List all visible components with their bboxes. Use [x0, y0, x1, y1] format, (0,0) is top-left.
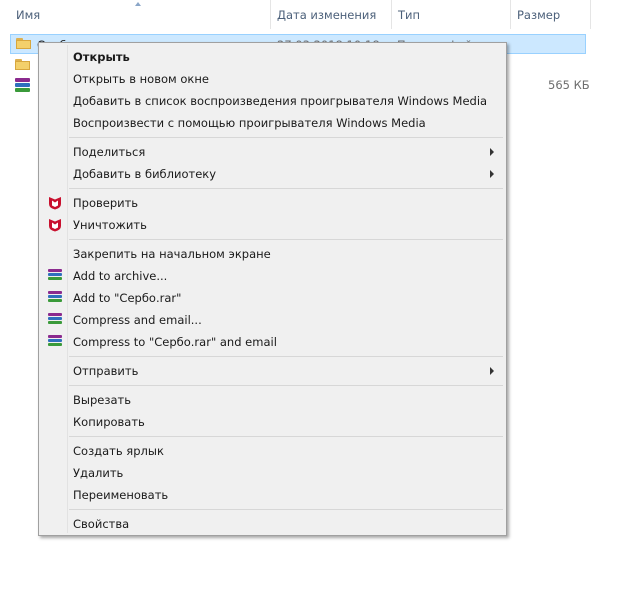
menu-item-rename[interactable]: Переименовать	[41, 484, 504, 506]
winrar-icon	[48, 313, 62, 327]
mcafee-shield-icon	[49, 197, 61, 210]
menu-item-open-new-window[interactable]: Открыть в новом окне	[41, 68, 504, 90]
menu-item-add-to-archive[interactable]: Add to archive...	[41, 265, 504, 287]
folder-icon	[16, 38, 31, 49]
menu-separator	[69, 188, 503, 189]
menu-item-compress-and-email[interactable]: Compress and email...	[41, 309, 504, 331]
column-header: Имя Дата изменения Тип Размер	[0, 0, 595, 29]
submenu-arrow-icon	[490, 170, 494, 178]
submenu-arrow-icon	[490, 367, 494, 375]
menu-item-create-shortcut[interactable]: Создать ярлык	[41, 440, 504, 462]
menu-separator	[69, 509, 503, 510]
menu-separator	[69, 137, 503, 138]
menu-item-send-to[interactable]: Отправить	[41, 360, 504, 382]
column-date-modified[interactable]: Дата изменения	[271, 0, 391, 29]
submenu-arrow-icon	[490, 148, 494, 156]
menu-item-pin-to-start[interactable]: Закрепить на начальном экране	[41, 243, 504, 265]
file-size: 565 КБ	[548, 78, 590, 92]
menu-item-copy[interactable]: Копировать	[41, 411, 504, 433]
winrar-archive-icon	[15, 78, 30, 93]
menu-item-play-with-wmp[interactable]: Воспроизвести с помощью проигрывателя Wi…	[41, 112, 504, 134]
menu-separator	[69, 436, 503, 437]
menu-item-add-to-library[interactable]: Добавить в библиотеку	[41, 163, 504, 185]
menu-item-shred[interactable]: Уничтожить	[41, 214, 504, 236]
column-type[interactable]: Тип	[392, 0, 510, 29]
context-menu: Открыть Открыть в новом окне Добавить в …	[38, 42, 507, 536]
menu-item-properties[interactable]: Свойства	[41, 513, 504, 535]
menu-separator	[69, 385, 503, 386]
menu-item-share[interactable]: Поделиться	[41, 141, 504, 163]
menu-separator	[69, 239, 503, 240]
menu-item-scan[interactable]: Проверить	[41, 192, 504, 214]
menu-item-cut[interactable]: Вырезать	[41, 389, 504, 411]
column-size[interactable]: Размер	[511, 0, 591, 29]
mcafee-shield-icon	[49, 219, 61, 232]
winrar-icon	[48, 335, 62, 349]
menu-item-delete[interactable]: Удалить	[41, 462, 504, 484]
folder-icon	[15, 59, 30, 70]
winrar-icon	[48, 291, 62, 305]
menu-item-open[interactable]: Открыть	[41, 46, 504, 68]
column-name[interactable]: Имя	[10, 0, 270, 29]
winrar-icon	[48, 269, 62, 283]
menu-item-add-to-wmp-playlist[interactable]: Добавить в список воспроизведения проигр…	[41, 90, 504, 112]
menu-item-compress-to-rar-and-email[interactable]: Compress to "Сербо.rar" and email	[41, 331, 504, 353]
column-divider[interactable]	[590, 0, 591, 29]
menu-separator	[69, 356, 503, 357]
menu-item-add-to-rar[interactable]: Add to "Сербо.rar"	[41, 287, 504, 309]
